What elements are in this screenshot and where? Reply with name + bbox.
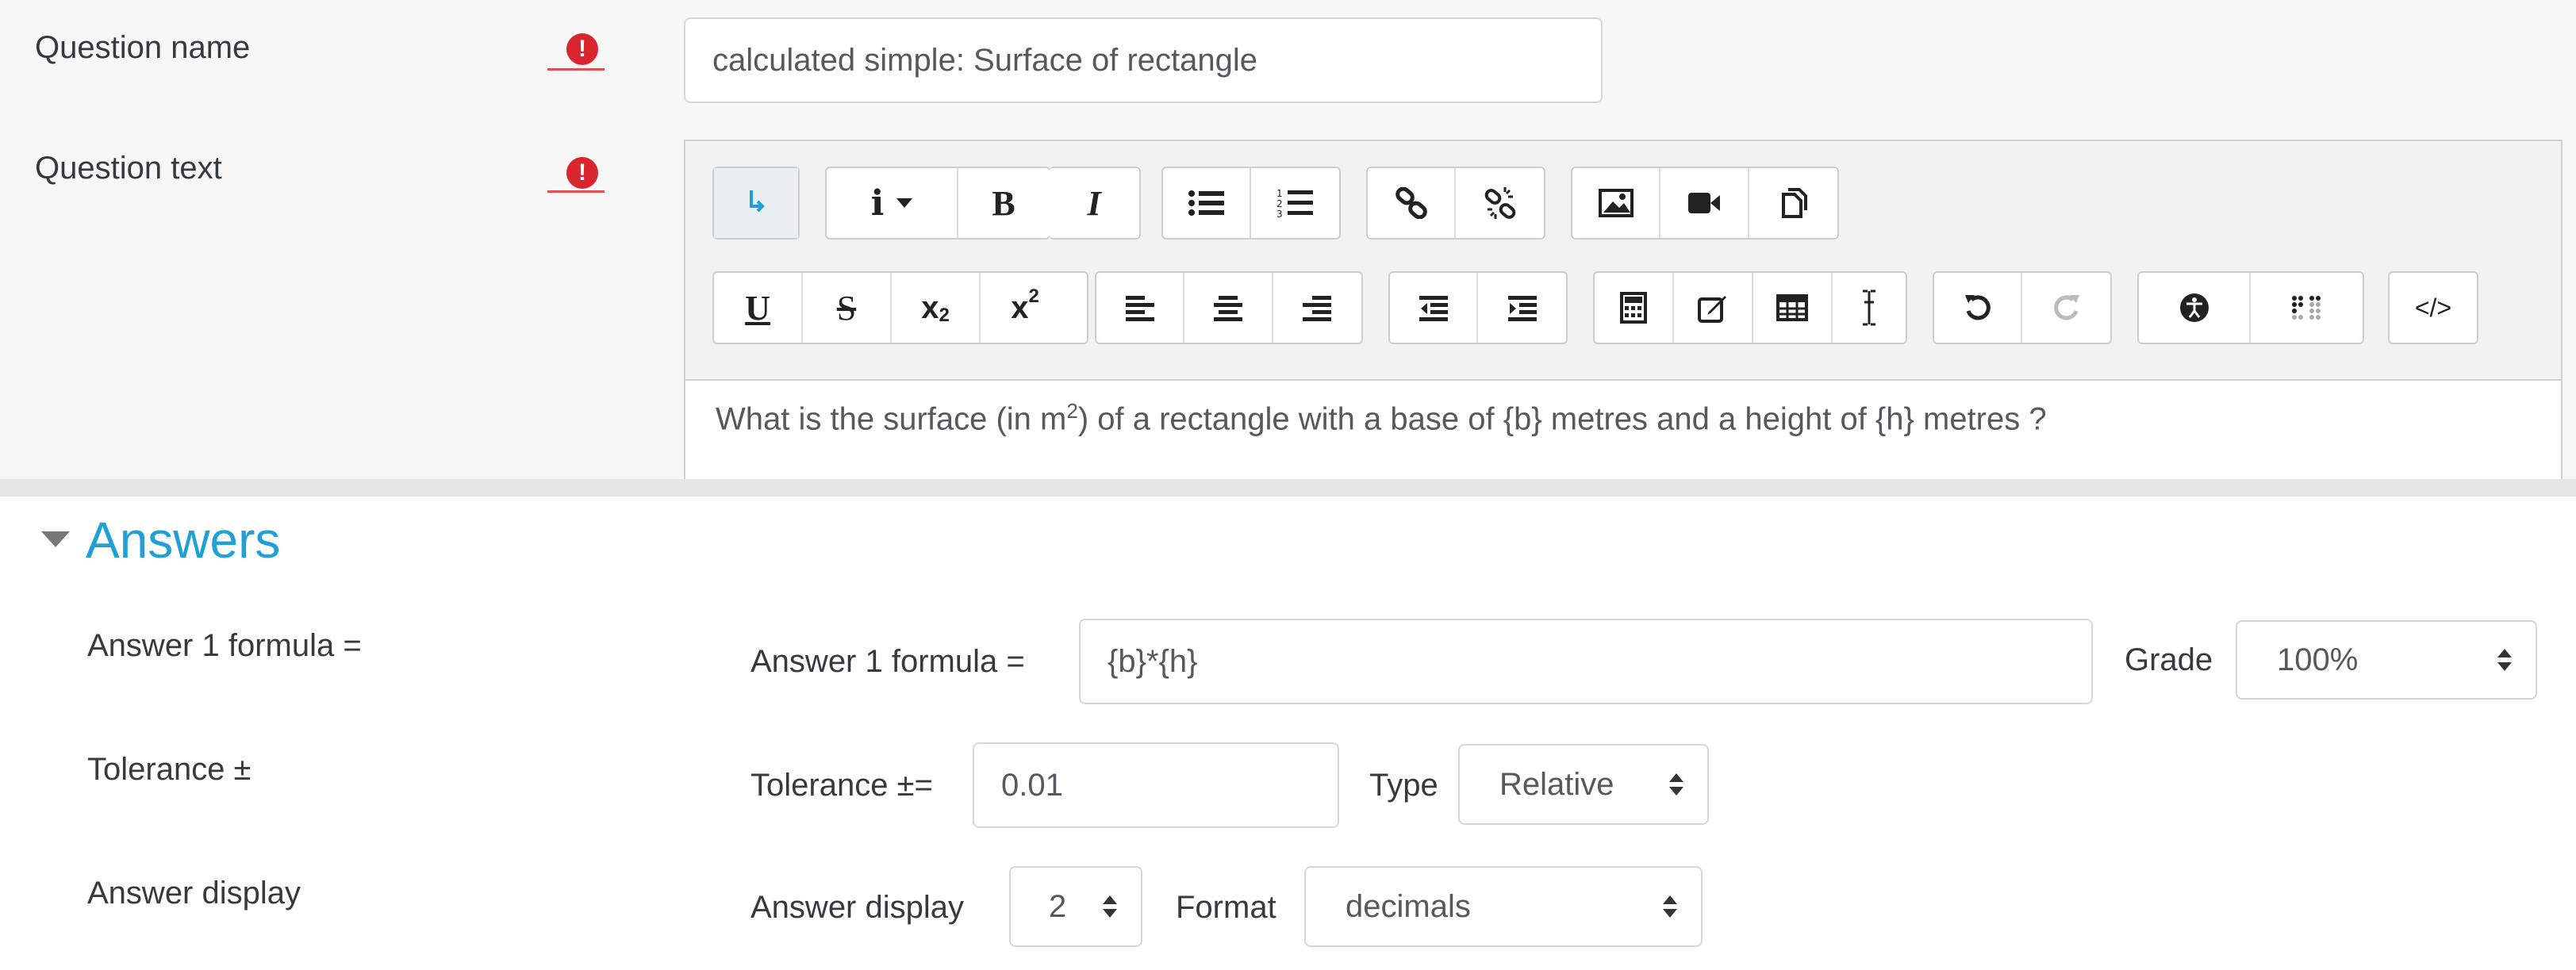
- format-select[interactable]: decimals: [1304, 866, 1703, 947]
- toolbar-group-links: [1366, 167, 1545, 240]
- redo-icon[interactable]: [2022, 273, 2110, 343]
- bold-glyph: B: [992, 183, 1015, 223]
- question-text-part-1: What is the surface (in m: [716, 401, 1067, 437]
- subscript-x: x: [921, 289, 939, 325]
- question-text-content: What is the surface (in m2) of a rectang…: [716, 399, 2047, 437]
- answers-section-title[interactable]: Answers: [86, 511, 280, 569]
- toolbar-group-lists: 123: [1161, 167, 1341, 240]
- question-name-value: calculated simple: Surface of rectangle: [712, 42, 1258, 78]
- superscript-2: 2: [1028, 286, 1039, 307]
- grade-select[interactable]: 100%: [2236, 620, 2537, 700]
- info-glyph: i: [870, 182, 885, 224]
- italic-glyph: I: [1087, 183, 1101, 223]
- table-icon[interactable]: [1753, 273, 1833, 343]
- grade-value: 100%: [2277, 642, 2359, 677]
- format-label: Format: [1176, 890, 1276, 925]
- bold-icon[interactable]: B: [958, 168, 1049, 238]
- question-text-superscript: 2: [1066, 399, 1078, 423]
- question-text-label: Question text: [35, 151, 222, 186]
- collapse-caret-icon[interactable]: [41, 531, 70, 547]
- format-value: decimals: [1346, 888, 1471, 924]
- tolerance-inner-label: Tolerance ±=: [751, 768, 933, 803]
- answer-formula-value: {b}*{h}: [1108, 643, 1198, 679]
- select-arrows-icon: [2497, 649, 2512, 671]
- toolbar-group-format: U S x2 x2: [712, 271, 1088, 344]
- screenreader-helper-icon[interactable]: [2251, 273, 2363, 343]
- unlink-icon[interactable]: [1456, 168, 1544, 238]
- indent-icon[interactable]: [1478, 273, 1566, 343]
- toolbar-group-accessibility: [2137, 271, 2364, 344]
- subscript-icon[interactable]: x2: [892, 273, 981, 343]
- section-separator: [0, 479, 2576, 497]
- question-name-label: Question name: [35, 30, 251, 65]
- toolbar-group-style-2: I: [1049, 167, 1141, 240]
- subscript-2: 2: [939, 305, 950, 326]
- align-left-icon[interactable]: [1096, 273, 1185, 343]
- question-text-part-2: ) of a rectangle with a base of {b} metr…: [1077, 401, 2047, 437]
- required-icon-underline: [547, 68, 605, 71]
- video-icon[interactable]: [1660, 168, 1749, 238]
- accessibility-checker-icon[interactable]: [2139, 273, 2251, 343]
- toolbar-group-style: i B: [825, 167, 1050, 240]
- undo-icon[interactable]: [1934, 273, 2023, 343]
- align-center-icon[interactable]: [1184, 273, 1273, 343]
- select-arrows-icon: [1669, 773, 1683, 796]
- equation-icon[interactable]: [1595, 273, 1674, 343]
- answer-formula-input[interactable]: {b}*{h}: [1079, 619, 2093, 704]
- toolbar-group-align: [1095, 271, 1363, 344]
- manage-files-icon[interactable]: [1749, 168, 1837, 238]
- toolbar-group-toggle: [712, 167, 800, 240]
- answer-display-value: 2: [1049, 888, 1067, 924]
- underline-glyph: U: [745, 288, 770, 328]
- answer-formula-inner-label: Answer 1 formula =: [751, 644, 1025, 679]
- tolerance-label: Tolerance ±: [87, 752, 251, 787]
- select-arrows-icon: [1103, 895, 1117, 918]
- type-label: Type: [1369, 768, 1438, 803]
- select-arrows-icon: [1663, 895, 1677, 918]
- clear-format-icon[interactable]: [1833, 273, 1906, 343]
- edit-icon[interactable]: [1674, 273, 1753, 343]
- svg-text:3: 3: [1276, 209, 1283, 219]
- unordered-list-icon[interactable]: [1163, 168, 1252, 238]
- superscript-x: x: [1011, 289, 1029, 325]
- strikethrough-icon[interactable]: S: [803, 273, 892, 343]
- toggle-toolbar-icon[interactable]: [714, 168, 798, 238]
- required-icon-underline: [547, 190, 605, 193]
- italic-icon[interactable]: I: [1049, 168, 1139, 238]
- toolbar-group-html: </>: [2388, 271, 2478, 344]
- align-right-icon[interactable]: [1273, 273, 1361, 343]
- svg-text:1: 1: [1276, 188, 1283, 199]
- question-name-input[interactable]: calculated simple: Surface of rectangle: [684, 17, 1603, 103]
- toolbar-group-media: [1571, 167, 1839, 240]
- link-icon[interactable]: [1368, 168, 1457, 238]
- tolerance-type-select[interactable]: Relative: [1458, 744, 1709, 825]
- tolerance-value: 0.01: [1001, 767, 1063, 803]
- answer-display-select[interactable]: 2: [1009, 866, 1142, 947]
- tolerance-input[interactable]: 0.01: [973, 742, 1339, 828]
- svg-text:2: 2: [1276, 198, 1283, 209]
- image-icon[interactable]: [1572, 168, 1661, 238]
- toolbar-group-insert: [1593, 271, 1907, 344]
- html-icon[interactable]: </>: [2390, 273, 2477, 343]
- strikethrough-glyph: S: [836, 288, 857, 328]
- superscript-icon[interactable]: x2: [981, 273, 1069, 343]
- underline-icon[interactable]: U: [714, 273, 803, 343]
- required-icon: !: [566, 33, 598, 65]
- html-glyph: </>: [2414, 293, 2452, 322]
- grade-label: Grade: [2125, 642, 2213, 677]
- answer-display-inner-label: Answer display: [751, 890, 965, 925]
- chevron-down-icon: [896, 198, 913, 208]
- outdent-icon[interactable]: [1390, 273, 1479, 343]
- tolerance-type-value: Relative: [1499, 766, 1614, 802]
- toolbar-group-history: [1933, 271, 2112, 344]
- answer-display-label: Answer display: [87, 876, 301, 911]
- required-icon: !: [566, 157, 598, 189]
- info-icon[interactable]: i: [827, 168, 958, 238]
- ordered-list-icon[interactable]: 123: [1251, 168, 1339, 238]
- toolbar-group-indent: [1388, 271, 1568, 344]
- answer-formula-label: Answer 1 formula =: [87, 628, 362, 663]
